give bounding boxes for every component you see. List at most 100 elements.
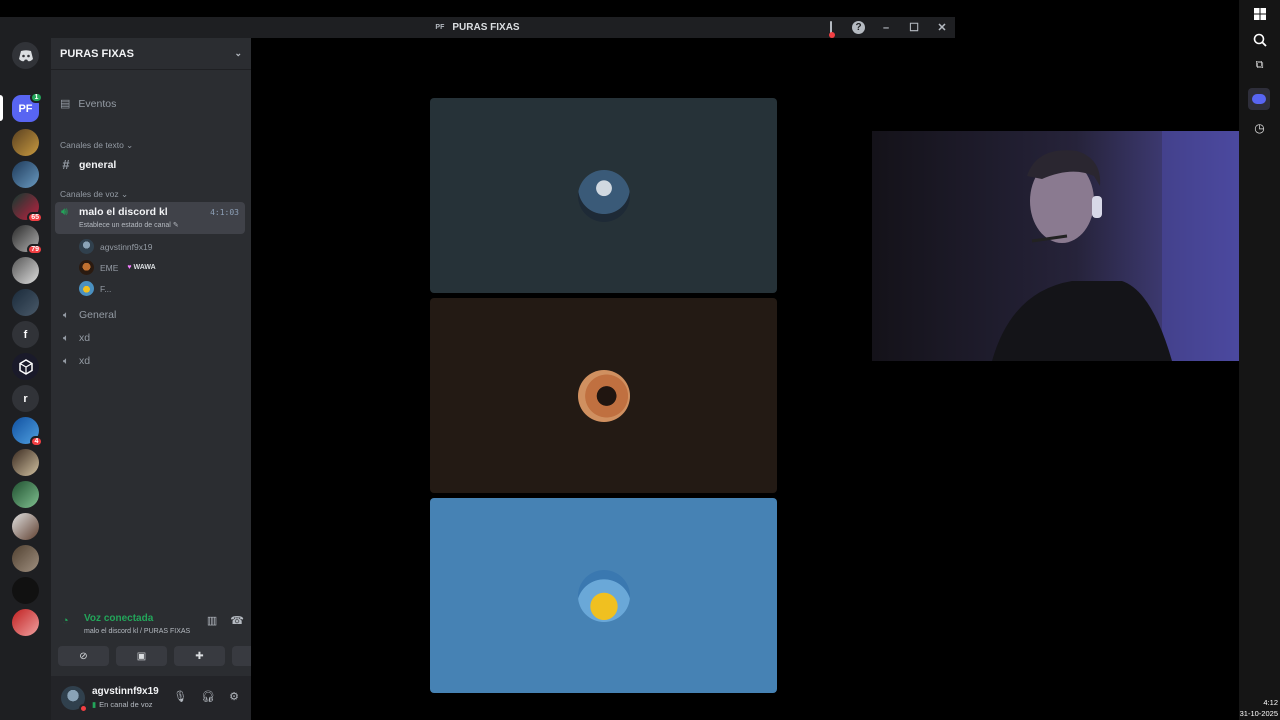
taskbar: ⧉ ◷ 4:12 31-10-2025 [1239,0,1280,720]
discord-taskbar-icon[interactable] [1248,88,1270,110]
clock-date: 31-10-2025 [1239,709,1278,718]
server-icon-r[interactable]: r [12,385,39,412]
channel-status-prompt[interactable]: Establece un estado de canal ✎ [79,221,179,229]
events-item[interactable]: ▤ Eventos [60,97,117,111]
voice-small-icon: ▮ [92,700,97,709]
headphones-icon[interactable]: 🎧︎ [201,690,215,703]
window-title: PURAS FIXAS [452,22,520,33]
chevron-down-icon: ⌄ [234,48,242,58]
speaker-icon: 🔊︎ [61,206,68,218]
discord-home-icon[interactable] [12,42,39,69]
clock-time: 4:12 [1263,698,1278,707]
member-name: F... [100,283,112,294]
close-button[interactable]: ✕ [935,21,949,34]
calendar-icon: ▤ [60,98,71,110]
active-server-indicator [0,95,3,121]
server-icon-13[interactable] [12,577,39,604]
voice-channel-general[interactable]: 🔈︎ General [60,309,116,321]
avatar [577,369,630,422]
server-header[interactable]: PURAS FIXAS ⌄ [51,38,251,70]
minimize-button[interactable]: – [879,22,893,34]
server-icon-2[interactable] [12,129,39,156]
chevron-down-icon: ⌄ [120,189,129,199]
channel-sidebar: PURAS FIXAS ⌄ ▤ Eventos Canales de texto… [51,38,283,720]
events-label: Eventos [78,97,117,110]
title-bar: PF PURAS FIXAS ? – ☐ ✕ [0,17,955,38]
heart-icon: ♥ [127,264,132,271]
server-icon-6[interactable] [12,257,39,284]
server-badge-79: 79 [27,244,43,255]
channel-status-text: Establece un estado de canal [79,222,171,229]
avatar [577,169,630,222]
camera-off-button[interactable]: ⊘ [58,646,109,666]
server-icon-7[interactable] [12,289,39,316]
server-badge-4: 4 [30,436,43,447]
participant-tile[interactable] [430,298,777,493]
voice-member[interactable]: F... [79,281,111,296]
avatar [79,260,94,275]
text-channels-category[interactable]: Canales de texto ⌄ [60,140,133,151]
maximize-button[interactable]: ☐ [907,21,921,34]
channel-label: General [79,309,117,321]
voice-timer: 4:1:03 [210,208,239,217]
search-icon[interactable] [1251,31,1268,48]
channel-label: xd [79,332,91,344]
server-icon-5[interactable]: 79 [12,225,43,255]
pencil-icon: ✎ [172,222,179,229]
task-view-icon[interactable]: ⧉ [1251,57,1268,74]
screen-share-icon[interactable] [824,20,838,35]
gear-icon[interactable]: ⚙ [229,690,239,703]
server-name: PURAS FIXAS [60,47,134,60]
server-icon-10[interactable] [12,481,39,508]
disconnect-icon[interactable]: ☎ [230,614,244,627]
server-icon-8[interactable]: 4 [12,417,43,447]
server-rail: PF 1 65 79 f r 4 [0,38,51,720]
member-name: agvstinnf9x19 [100,241,153,252]
speaker-icon: 🔈︎ [63,332,69,344]
user-panel: agvstinnf9x19 ▮ En canal de voz 🎙︎ 🎧︎ ⚙ [51,676,251,720]
avatar [79,239,94,254]
server-icon-4[interactable]: 65 [12,193,43,223]
server-icon-3[interactable] [12,161,39,188]
username[interactable]: agvstinnf9x19 [92,686,159,697]
server-icon-14[interactable] [12,609,39,636]
voice-location[interactable]: malo el discord kl / PURAS FIXAS [84,628,190,635]
server-icon-12[interactable] [12,545,39,572]
status-dot [79,704,88,713]
user-status-text: En canal de voz [99,700,153,709]
screen-share-icon: ▣ [136,650,147,662]
speaker-icon: 🔈︎ [63,309,69,321]
participant-tile[interactable] [430,98,777,293]
avatar [577,569,630,622]
voice-channel-xd-2[interactable]: 🔈︎ xd [60,355,90,367]
windows-start-icon[interactable] [1251,5,1268,22]
speaker-icon: 🔈︎ [63,355,69,367]
voice-channel-active[interactable]: 🔊︎ malo el discord kl Establece un estad… [55,202,245,234]
server-icon-cube[interactable] [12,353,39,380]
activities-button[interactable]: ✚ [174,646,225,666]
server-icon-label: PF [18,102,33,115]
server-notification-badge: 1 [30,92,43,103]
voice-channel-xd[interactable]: 🔈︎ xd [60,332,90,344]
voice-member[interactable]: EME ♥ WAWA [79,260,156,275]
webcam-figure [872,131,1280,361]
server-icon-f[interactable]: f [12,321,39,348]
channel-general[interactable]: # general [60,157,116,172]
voice-member[interactable]: agvstinnf9x19 [79,239,152,254]
server-puras-fixas[interactable]: PF 1 [12,92,43,122]
voice-channels-category[interactable]: Canales de voz ⌄ [60,189,128,200]
microphone-icon[interactable]: 🎙︎ [173,690,187,703]
noise-suppression-icon[interactable]: ▥ [207,614,217,627]
system-clock[interactable]: 4:12 31-10-2025 [1240,697,1278,719]
channel-label: xd [79,355,91,367]
server-icon-9[interactable] [12,449,39,476]
voice-status[interactable]: Voz conectada [60,613,153,624]
help-icon[interactable]: ? [852,21,865,34]
participant-tile[interactable] [430,498,777,693]
app-taskbar-icon[interactable]: ◷ [1251,119,1268,136]
share-screen-button[interactable]: ▣ [116,646,167,666]
voice-connection-panel: ◔ Voz conectada malo el discord kl / PUR… [58,608,283,671]
server-icon-11[interactable] [12,513,39,540]
webcam-overlay [872,131,1280,361]
activities-icon: ✚ [195,650,204,662]
